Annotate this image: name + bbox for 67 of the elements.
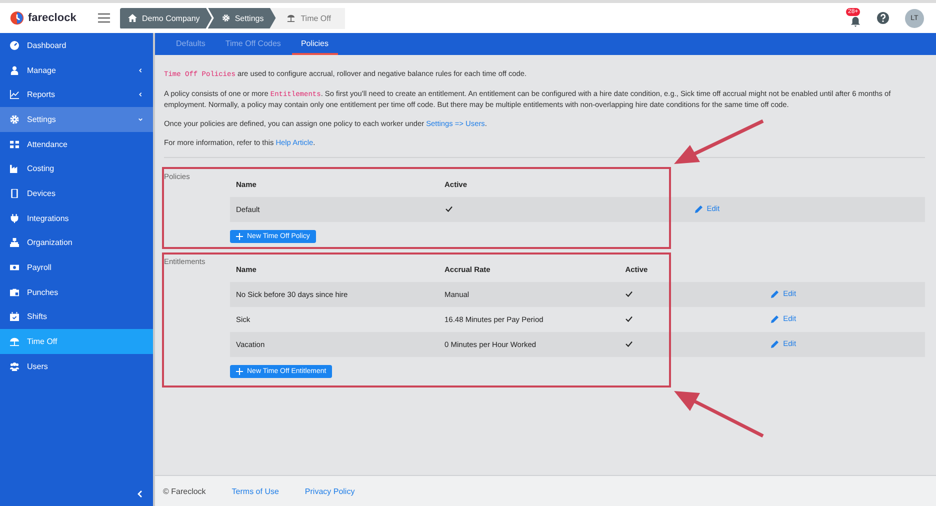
sidebar-label: Integrations	[27, 214, 70, 223]
sidebar-label: Reports	[27, 90, 56, 100]
person-icon	[10, 66, 19, 75]
sidebar-label: Time Off	[27, 337, 58, 346]
logo-icon	[10, 11, 24, 25]
copyright: © Fareclock	[163, 486, 206, 496]
bell-icon	[850, 16, 860, 27]
phone-icon	[10, 188, 19, 198]
plus-icon	[236, 233, 243, 240]
sidebar-item[interactable]: Shifts	[0, 304, 153, 330]
sidebar-label: Punches	[27, 288, 60, 297]
collapse-icon[interactable]	[137, 490, 143, 498]
sidebar-label: Users	[27, 362, 49, 371]
umbrella-icon	[286, 14, 296, 22]
sidebar-label: Payroll	[27, 263, 52, 272]
sidebar-label: Manage	[27, 66, 57, 75]
breadcrumb[interactable]: Time Off	[270, 8, 345, 28]
help-icon[interactable]	[877, 12, 889, 24]
footer-link[interactable]: Privacy Policy	[304, 486, 355, 496]
sidebar-label: Settings	[27, 114, 57, 124]
sidebar-item[interactable]: Users	[0, 354, 153, 379]
gauge-icon	[10, 40, 19, 50]
breadcrumb[interactable]: Settings	[208, 8, 276, 28]
sidebar-item[interactable]: Manage	[0, 58, 153, 82]
grid-icon	[10, 140, 19, 149]
money-icon	[10, 263, 19, 272]
pencil-icon	[694, 204, 703, 213]
plug-icon	[10, 214, 19, 223]
sidebar-label: Shifts	[27, 312, 48, 322]
gear-icon	[10, 114, 19, 124]
sidebar-item[interactable]: Time Off	[0, 329, 153, 354]
sidebar-item[interactable]: Punches	[0, 280, 153, 305]
chevron-down-icon	[138, 116, 143, 122]
briefcase-icon	[10, 288, 19, 297]
chevron-left-icon	[138, 92, 143, 98]
sidebar-item[interactable]: Settings	[0, 107, 153, 132]
sidebar-label: Devices	[27, 188, 56, 198]
menu-icon[interactable]	[98, 13, 110, 23]
sidebar-label: Dashboard	[27, 40, 68, 50]
people-icon	[10, 362, 19, 371]
sidebar-item[interactable]: Attendance	[0, 132, 153, 156]
sidebar-label: Costing	[27, 164, 56, 174]
hierarchy-icon	[10, 238, 19, 248]
pencil-icon	[771, 290, 780, 298]
sidebar-item[interactable]: Devices	[0, 181, 153, 206]
sidebar-item[interactable]: Payroll	[0, 255, 153, 280]
sidebar-item[interactable]: Organization	[0, 230, 153, 256]
pencil-icon	[771, 314, 780, 323]
gear-icon	[222, 14, 230, 22]
home-icon	[128, 14, 137, 22]
calendar-icon	[10, 312, 19, 322]
plus-icon	[236, 368, 243, 375]
sidebar-label: Attendance	[27, 140, 68, 149]
umbrella-icon	[10, 337, 19, 346]
chevron-left-icon	[138, 68, 143, 73]
sidebar-item[interactable]: Integrations	[0, 206, 153, 230]
app-name: fareclock	[28, 12, 76, 24]
chart-icon	[10, 90, 19, 100]
sidebar-label: Organization	[27, 238, 74, 248]
pencil-icon	[771, 340, 780, 348]
factory-icon	[10, 164, 19, 174]
footer-link[interactable]: Terms of Use	[232, 486, 279, 496]
breadcrumb[interactable]: Demo Company	[120, 8, 212, 28]
sidebar-item[interactable]: Reports	[0, 82, 153, 108]
tab[interactable]: Policies	[292, 33, 338, 55]
sidebar-item[interactable]: Dashboard	[0, 33, 153, 58]
sidebar-item[interactable]: Costing	[0, 156, 153, 182]
